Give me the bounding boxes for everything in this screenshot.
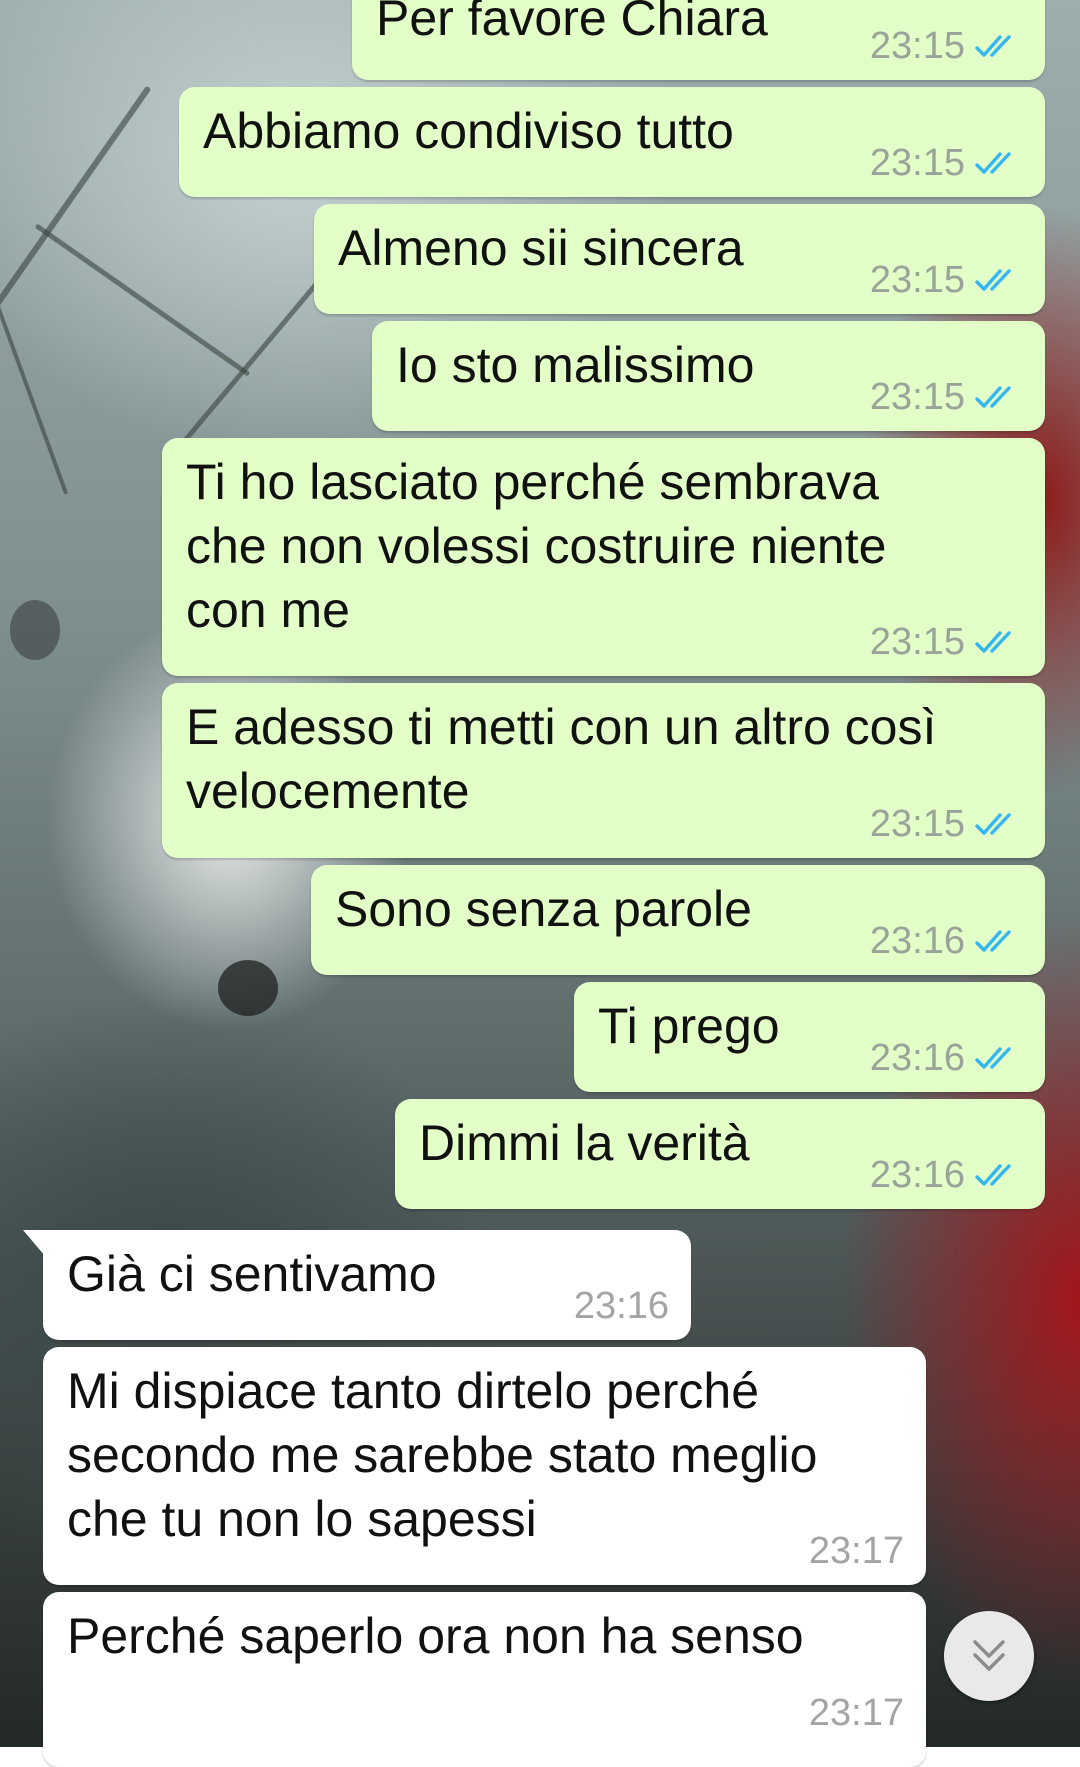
double-check-icon (975, 269, 1011, 291)
message-meta: 23:15 (870, 377, 1023, 417)
double-check-icon (975, 35, 1011, 57)
message-bubble-outgoing[interactable]: Abbiamo condiviso tutto 23:15 (179, 87, 1045, 197)
bubble-tail (23, 1230, 45, 1256)
message-meta: 23:15 (870, 26, 1023, 66)
message-bubble-incoming[interactable]: Perché saperlo ora non ha senso 23:17 (43, 1592, 926, 1767)
double-chevron-down-icon (973, 1640, 1005, 1671)
message-bubble-outgoing[interactable]: Sono senza parole 23:16 (311, 865, 1045, 975)
scroll-to-bottom-button[interactable] (944, 1611, 1034, 1701)
message-time: 23:15 (869, 621, 965, 663)
message-list[interactable]: Per favore Chiara 23:15 Abbiamo condivis… (0, 0, 1080, 1767)
message-time: 23:16 (869, 1154, 965, 1196)
message-time: 23:15 (869, 376, 965, 418)
message-text: Abbiamo condiviso tutto (203, 103, 734, 159)
message-time: 23:17 (808, 1530, 904, 1572)
message-text: Ti ho lasciato perché sembrava che non v… (186, 454, 887, 638)
double-check-icon (975, 1047, 1011, 1069)
message-bubble-outgoing[interactable]: Ti ho lasciato perché sembrava che non v… (162, 438, 1045, 676)
message-text: Per favore Chiara (376, 0, 768, 46)
message-meta: 23:15 (870, 260, 1023, 300)
message-meta: 23:17 (809, 1693, 904, 1733)
message-bubble-outgoing[interactable]: Dimmi la verità 23:16 (395, 1099, 1045, 1209)
message-time: 23:15 (869, 803, 965, 845)
message-text: Dimmi la verità (419, 1115, 750, 1171)
message-bubble-incoming[interactable]: Già ci sentivamo 23:16 (23, 1230, 691, 1340)
message-time: 23:16 (869, 1037, 965, 1079)
message-bubble-outgoing[interactable]: Per favore Chiara 23:15 (352, 0, 1045, 80)
message-meta: 23:16 (870, 1155, 1023, 1195)
message-time: 23:17 (808, 1692, 904, 1734)
message-bubble-outgoing[interactable]: E adesso ti metti con un altro così velo… (162, 683, 1045, 858)
message-meta: 23:15 (870, 804, 1023, 844)
message-bubble-incoming[interactable]: Mi dispiace tanto dirtelo perché secondo… (43, 1347, 926, 1585)
message-time: 23:15 (869, 259, 965, 301)
message-text: E adesso ti metti con un altro così velo… (186, 699, 937, 819)
double-check-icon (975, 813, 1011, 835)
message-time: 23:16 (573, 1285, 669, 1327)
message-meta: 23:17 (809, 1531, 904, 1571)
message-time: 23:15 (869, 25, 965, 67)
message-text: Perché saperlo ora non ha senso (67, 1608, 804, 1664)
double-check-icon (975, 631, 1011, 653)
message-meta: 23:15 (870, 622, 1023, 662)
message-text: Già ci sentivamo (67, 1246, 437, 1302)
message-meta: 23:15 (870, 143, 1023, 183)
message-time: 23:15 (869, 142, 965, 184)
message-bubble-outgoing[interactable]: Almeno sii sincera 23:15 (314, 204, 1045, 314)
message-bubble-outgoing[interactable]: Ti prego 23:16 (574, 982, 1045, 1092)
double-check-icon (975, 1164, 1011, 1186)
message-meta: 23:16 (870, 1038, 1023, 1078)
double-check-icon (975, 386, 1011, 408)
double-check-icon (975, 152, 1011, 174)
message-meta: 23:16 (574, 1286, 669, 1326)
double-check-icon (975, 930, 1011, 952)
message-text: Sono senza parole (335, 881, 752, 937)
message-bubble-outgoing[interactable]: Io sto malissimo 23:15 (372, 321, 1045, 431)
message-meta: 23:16 (870, 921, 1023, 961)
message-text: Io sto malissimo (396, 337, 755, 393)
message-text: Ti prego (598, 998, 780, 1054)
message-time: 23:16 (869, 920, 965, 962)
message-text: Mi dispiace tanto dirtelo perché secondo… (67, 1363, 818, 1547)
message-text: Almeno sii sincera (338, 220, 744, 276)
